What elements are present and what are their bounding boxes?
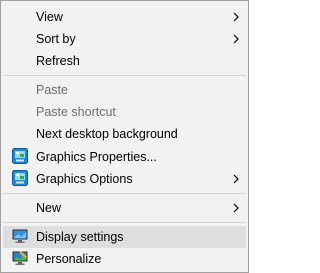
menu-item-label: View [36,10,63,24]
menu-item-paste-shortcut: Paste shortcut [3,101,246,123]
submenu-arrow-icon [233,203,239,213]
menu-separator [3,222,246,223]
submenu-arrow-icon [233,174,239,184]
menu-item-display-settings[interactable]: Display settings [3,226,246,248]
menu-item-next-desktop-background[interactable]: Next desktop background [3,123,246,145]
menu-item-graphics-properties[interactable]: Graphics Properties... [3,146,246,168]
menu-item-label: Sort by [36,32,76,46]
menu-item-paste: Paste [3,79,246,101]
menu-item-label: Next desktop background [36,127,178,141]
menu-item-new[interactable]: New [3,197,246,219]
menu-item-label: Display settings [36,230,124,244]
menu-item-label: Paste [36,83,68,97]
menu-item-label: Refresh [36,54,80,68]
menu-separator [3,75,246,76]
personalize-icon [12,250,28,266]
menu-item-sort-by[interactable]: Sort by [3,28,246,50]
intel-graphics-icon [12,148,28,164]
submenu-arrow-icon [233,34,239,44]
menu-item-refresh[interactable]: Refresh [3,50,246,72]
menu-item-personalize[interactable]: Personalize [3,248,246,270]
menu-item-label: Personalize [36,252,102,266]
menu-separator [3,193,246,194]
menu-item-view[interactable]: View [3,6,246,28]
menu-item-label: New [36,201,62,215]
submenu-arrow-icon [233,12,239,22]
menu-item-graphics-options[interactable]: Graphics Options [3,168,246,190]
desktop-context-menu: View Sort by Refresh Paste Paste shortcu… [0,0,249,273]
menu-item-label: Paste shortcut [36,105,116,119]
display-settings-icon [12,228,28,244]
menu-item-label: Graphics Options [36,172,133,186]
menu-item-label: Graphics Properties... [36,150,157,164]
intel-graphics-icon [12,170,28,186]
